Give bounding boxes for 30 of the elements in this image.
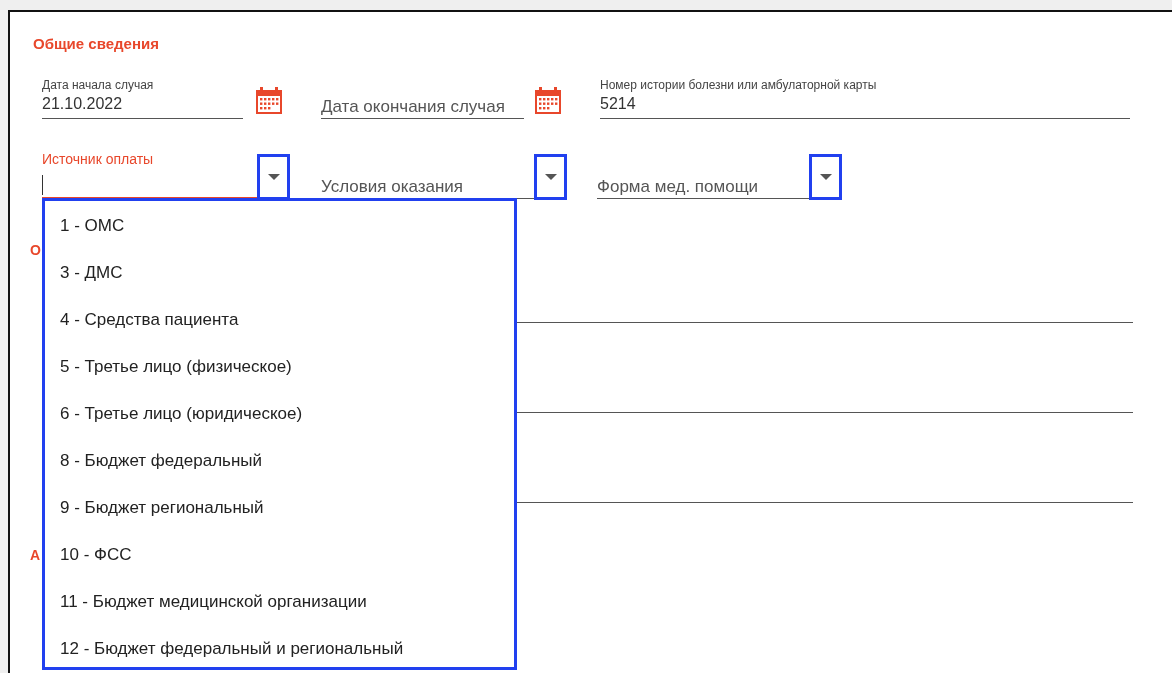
text-cursor <box>42 175 43 195</box>
field-label: Номер истории болезни или амбулаторной карты <box>600 78 878 94</box>
dropdown-option[interactable]: 10 - ФСС <box>45 531 514 578</box>
field-label: Источник оплаты <box>42 151 155 169</box>
dropdown-option[interactable]: 9 - Бюджет региональный <box>45 484 514 531</box>
calendar-icon[interactable] <box>255 87 283 115</box>
dropdown-option[interactable]: 6 - Третье лицо (юридическое) <box>45 390 514 437</box>
select-field[interactable]: Форма мед. помощи <box>597 175 809 199</box>
text-field[interactable]: Номер истории болезни или амбулаторной карты 5214 <box>600 78 1130 119</box>
section-title: Общие сведения <box>33 35 160 54</box>
dropdown-option[interactable]: 4 - Средства пациента <box>45 296 514 343</box>
field-value: 21.10.2022 <box>42 95 124 114</box>
caret-icon <box>267 174 280 180</box>
section-title: А <box>30 547 41 565</box>
field-label: Дата начала случая <box>42 78 155 94</box>
field-value: 5214 <box>600 95 637 114</box>
caret-icon <box>819 174 832 180</box>
calendar-icon[interactable] <box>534 87 562 115</box>
dropdown-option[interactable]: 3 - ДМС <box>45 249 514 296</box>
dropdown-option[interactable]: 11 - Бюджет медицинской организации <box>45 578 514 625</box>
dropdown-option[interactable]: 5 - Третье лицо (физическое) <box>45 343 514 390</box>
dropdown-option[interactable]: 8 - Бюджет федеральный <box>45 437 514 484</box>
dropdown-button[interactable] <box>534 154 567 200</box>
section-title: О <box>30 242 41 260</box>
date-field[interactable]: Дата начала случая 21.10.2022 <box>42 78 243 119</box>
dropdown-option[interactable]: 1 - ОМС <box>45 202 514 249</box>
dropdown-button[interactable] <box>809 154 842 200</box>
dropdown-option[interactable]: 12 - Бюджет федеральный и региональный <box>45 625 514 672</box>
date-field[interactable]: Дата окончания случая <box>321 95 524 119</box>
caret-icon <box>544 174 557 180</box>
